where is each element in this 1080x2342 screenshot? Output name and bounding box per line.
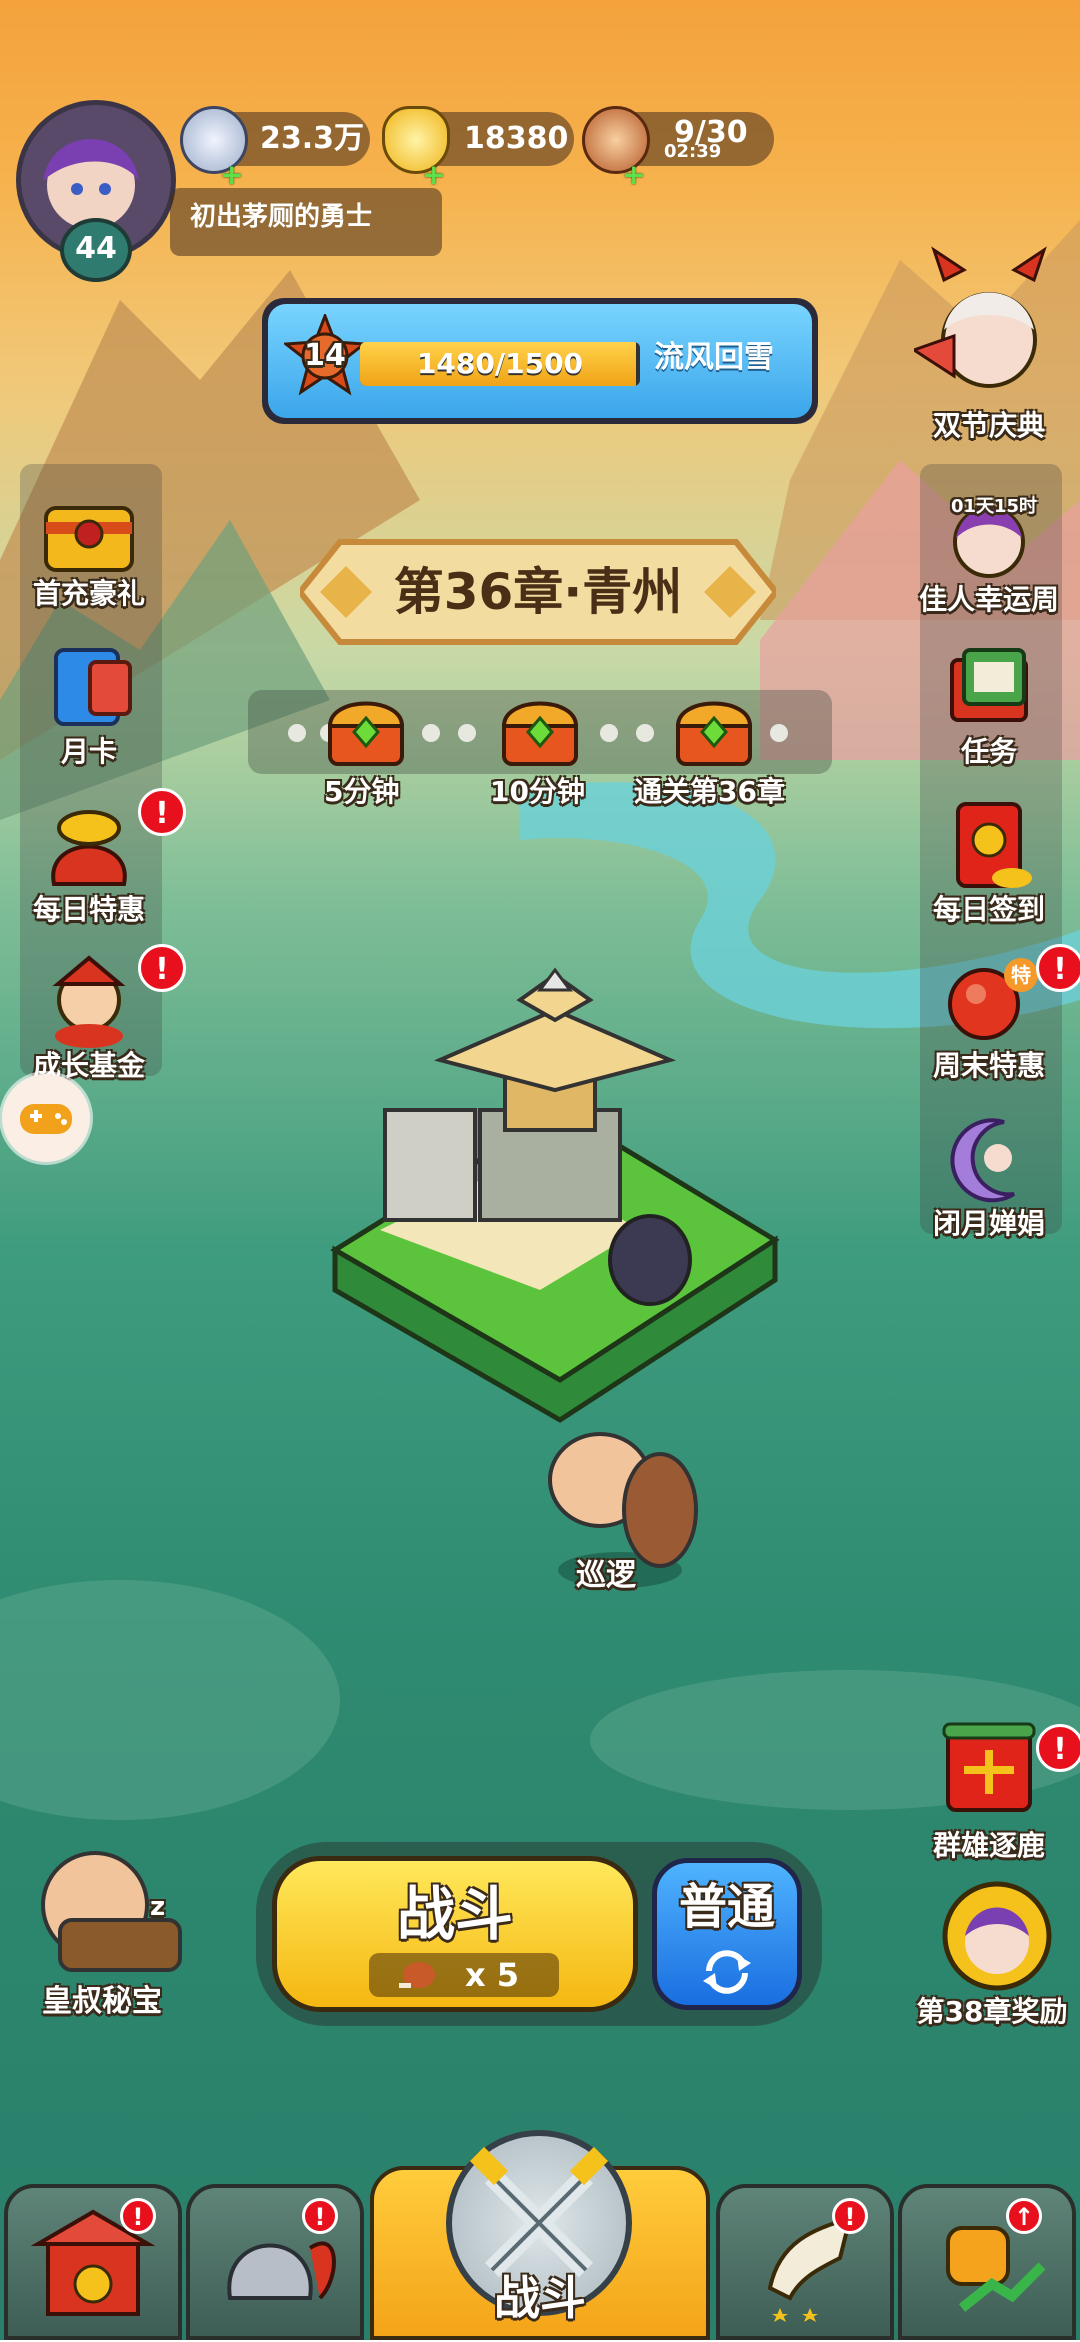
level-star-number: 14 xyxy=(304,338,346,373)
tab-battle-label: 战斗 xyxy=(494,2271,586,2325)
tab-city[interactable]: ! xyxy=(4,2184,182,2340)
left-menu-monthly-card[interactable]: 月卡 xyxy=(4,636,174,770)
stamina-timer: 02:39 xyxy=(664,141,722,162)
track-dot xyxy=(600,724,618,742)
reward-label: 通关第36章 xyxy=(634,775,785,808)
right-menu-lucky-week[interactable]: 01天15时 佳人幸运周 xyxy=(904,484,1074,618)
tab-alert-badge: ! xyxy=(302,2198,338,2234)
weekend-tag: 特 xyxy=(1004,958,1038,992)
monthly-card-icon xyxy=(54,648,132,726)
player-level-badge: 44 xyxy=(60,218,132,282)
alert-badge: ! xyxy=(138,944,186,992)
red-envelope-icon xyxy=(956,802,1032,888)
plus-icon[interactable]: + xyxy=(220,148,243,202)
difficulty-mode-button[interactable]: 普通 xyxy=(652,1858,802,2010)
tab-growth[interactable]: ↑ xyxy=(898,2184,1076,2340)
track-dot xyxy=(422,724,440,742)
festival-girl-icon xyxy=(910,246,1047,388)
right-menu-chapter-reward[interactable]: 第38章奖励 xyxy=(904,1876,1080,2030)
tab-heroes[interactable]: ! xyxy=(186,2184,364,2340)
right-menu-festival[interactable]: 双节庆典 xyxy=(904,240,1074,444)
plus-icon[interactable]: + xyxy=(422,148,445,202)
silver-value: 23.3万 xyxy=(260,121,365,156)
level-progress-panel[interactable]: 14 1480/1500 流风回雪 xyxy=(262,298,818,424)
track-dot xyxy=(288,724,306,742)
war-banner-icon xyxy=(942,1722,1036,1812)
reward-chest-icon[interactable] xyxy=(672,696,756,768)
left-menu-daily-deal[interactable]: 每日特惠 ! xyxy=(4,788,186,928)
alert-badge: ! xyxy=(138,788,186,836)
tab-upgrade-badge: ↑ xyxy=(1006,2198,1042,2234)
growth-fist-icon xyxy=(946,2226,1046,2312)
meat-icon xyxy=(399,1962,435,1988)
gift-bag-icon xyxy=(51,810,127,886)
tab-alert-badge: ! xyxy=(832,2198,868,2234)
tab-equipment[interactable]: ! xyxy=(716,2184,894,2340)
fortune-god-icon xyxy=(52,955,126,1048)
right-menu-heroes-contest[interactable]: 群雄逐鹿 ! xyxy=(904,1710,1080,1864)
gamepad-icon xyxy=(20,1104,72,1134)
left-menu-first-recharge[interactable]: 首充豪礼 xyxy=(4,478,174,612)
battle-label: 战斗 xyxy=(396,1880,513,1948)
left-menu-growth-fund[interactable]: 成长基金 ! xyxy=(4,944,186,1084)
stamina-resource[interactable]: + 9/30 02:39 xyxy=(582,106,774,191)
refresh-icon xyxy=(703,1950,751,1994)
sleep-mark: z xyxy=(150,1892,166,1922)
chapter-banner: 第36章·青州 xyxy=(300,536,776,648)
lucky-week-timer: 01天15时 xyxy=(950,496,1038,517)
progress-text: 1480/1500 xyxy=(416,347,584,380)
treasure-chest-icon xyxy=(44,506,134,572)
gold-resource[interactable]: + 18380 xyxy=(382,106,574,191)
track-dot xyxy=(458,724,476,742)
battle-cost: x 5 xyxy=(369,1953,559,1997)
treasure-label[interactable]: 皇叔秘宝 xyxy=(42,1976,162,2020)
right-menu-tasks[interactable]: 任务 xyxy=(904,636,1074,770)
progress-label: 流风回雪 xyxy=(654,340,774,375)
reward-chest-icon[interactable] xyxy=(498,696,582,768)
right-menu-daily-signin[interactable]: 每日签到 xyxy=(904,794,1074,928)
reward-label: 10分钟 xyxy=(490,775,585,808)
mode-label: 普通 xyxy=(678,1879,775,1935)
reward-chest-icon[interactable] xyxy=(324,696,408,768)
tab-alert-badge: ! xyxy=(120,2198,156,2234)
plus-icon[interactable]: + xyxy=(622,148,645,202)
alert-badge: ! xyxy=(1036,1724,1080,1772)
track-dot xyxy=(636,724,654,742)
chapter-title: 第36章·青州 xyxy=(393,563,683,621)
silver-resource[interactable]: + 23.3万 xyxy=(180,106,370,191)
right-menu-moon-goddess[interactable]: 闭月婵娟 xyxy=(904,1108,1074,1242)
chapter-reward-avatar-icon xyxy=(942,1881,1052,1991)
gold-value: 18380 xyxy=(464,121,569,156)
battle-cost-value: x 5 xyxy=(465,1956,520,1994)
track-dot xyxy=(770,724,788,742)
player-title: 初出茅厕的勇士 xyxy=(170,188,442,256)
patrol-label[interactable]: 巡逻 xyxy=(576,1550,636,1594)
gamepad-floating-button[interactable] xyxy=(2,1074,90,1162)
crescent-moon-icon xyxy=(950,1118,1016,1203)
scroll-task-icon xyxy=(950,648,1028,722)
reward-label: 5分钟 xyxy=(324,775,400,808)
right-menu-weekend-deal[interactable]: 特 周末特惠 ! xyxy=(904,944,1080,1084)
alert-badge: ! xyxy=(1036,944,1080,992)
battle-button[interactable]: 战斗 x 5 xyxy=(272,1856,638,2012)
